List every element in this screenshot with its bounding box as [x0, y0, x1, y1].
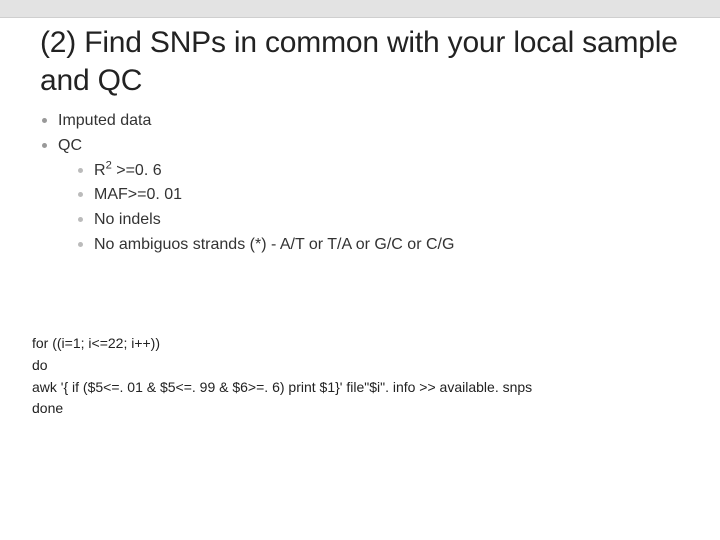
list-item: R2 >=0. 6	[76, 159, 680, 184]
code-line: do	[32, 355, 672, 377]
list-item-label: QC	[58, 137, 82, 154]
bullet-list-level2: R2 >=0. 6 MAF>=0. 01 No indels No ambigu…	[76, 159, 680, 258]
code-line: done	[32, 398, 672, 420]
slide: (2) Find SNPs in common with your local …	[0, 0, 720, 540]
slide-title: (2) Find SNPs in common with your local …	[40, 24, 680, 99]
list-item: Imputed data	[40, 109, 680, 134]
text-prefix: R	[94, 162, 106, 179]
list-item: MAF>=0. 01	[76, 183, 680, 208]
top-bar	[0, 0, 720, 18]
bullet-list-level1: Imputed data QC R2 >=0. 6 MAF>=0. 01 No …	[40, 109, 680, 258]
text-suffix: >=0. 6	[112, 162, 162, 179]
list-item: QC R2 >=0. 6 MAF>=0. 01 No indels No amb…	[40, 134, 680, 258]
code-line: awk '{ if ($5<=. 01 & $5<=. 99 & $6>=. 6…	[32, 377, 672, 399]
slide-content: (2) Find SNPs in common with your local …	[0, 18, 720, 258]
code-line: for ((i=1; i<=22; i++))	[32, 333, 672, 355]
code-block: for ((i=1; i<=22; i++)) do awk '{ if ($5…	[32, 333, 672, 420]
list-item: No ambiguos strands (*) - A/T or T/A or …	[76, 233, 680, 258]
list-item: No indels	[76, 208, 680, 233]
